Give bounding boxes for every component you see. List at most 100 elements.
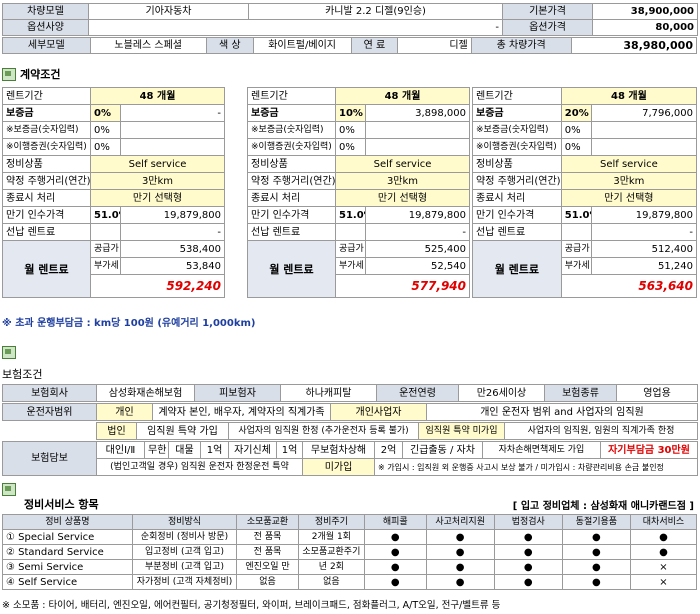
service-row-method: 입고정비 (고객 입고)	[131, 544, 238, 560]
mileage-label: 약정 주행거리(연간)	[247, 172, 336, 190]
prepay-value: -	[365, 223, 470, 241]
contract-option-3: 렌트기간 48 개월 보증금 20% 7,796,000 ※보증금(숫자입력) 0% ※…	[472, 87, 698, 298]
deposit-sub-value[interactable]: 0%	[560, 121, 593, 139]
service-mark: ●	[561, 559, 631, 575]
service-mark: ●	[363, 559, 427, 575]
deposit-sub-label: ※보증금(숫자입력)	[2, 121, 91, 139]
total-price-label: 총 차량가격	[470, 37, 572, 54]
service-row-number: ②	[6, 546, 15, 558]
residual-pct: 51.0%	[560, 206, 593, 224]
end-value: 만기 선택형	[90, 189, 225, 207]
coverage-label: 보험담보	[2, 441, 97, 476]
service-header-8: 대차서비스	[629, 514, 698, 530]
residual-amount: 19,879,800	[120, 206, 225, 224]
service-row-cycle: 2개월 1회	[297, 529, 365, 545]
deposit-pct[interactable]: 0%	[90, 104, 121, 122]
service-header-2: 소모품교환	[236, 514, 299, 530]
section-icon	[2, 483, 16, 496]
deposit-amount: 7,796,000	[591, 104, 697, 122]
monthly-rent-total: 577,940	[335, 274, 470, 298]
deposit-sub-value[interactable]: 0%	[90, 121, 121, 139]
service-row-cycle: 소모품교환주기	[297, 544, 365, 560]
service-row-parts: 엔진오일 만	[236, 559, 299, 575]
residual-label: 만기 인수가격	[2, 206, 91, 224]
service-row: ④ Self Service 자가정비 (고객 자체정비) 없음 없음 ● ● ● ● ×	[2, 574, 698, 590]
service-mark: ●	[425, 574, 495, 590]
service-mark: ×	[629, 574, 698, 590]
deposit-sub-label: ※보증금(숫자입력)	[247, 121, 336, 139]
trim-label: 세부모델	[2, 37, 91, 54]
service-footnote: ※ 소모품 : 타이어, 배터리, 엔진오일, 에어컨필터, 공기청정필터, 와…	[2, 600, 501, 611]
end-value: 만기 선택형	[335, 189, 470, 207]
service-row-method: 부분정비 (고객 입고)	[131, 559, 238, 575]
service-mark: ●	[629, 529, 698, 545]
residual-label: 만기 인수가격	[247, 206, 336, 224]
driver-individual: 개인	[96, 403, 153, 421]
vehicle-trim-table: 세부모델 노블레스 스페셜 색 상 화이트펄/베이지 연 료 디젤 총 차량가격…	[2, 37, 698, 54]
transfer-sub-value[interactable]: 0%	[335, 138, 366, 156]
vehicle-table: 차량모델 기아자동차 카니발 2.2 디젤(9인승) 기본가격 38,900,0…	[2, 3, 699, 36]
cov-corp-note: ※ 가입시 : 임직원 외 운행중 사고시 보상 불가 / 미가입시 : 차량관…	[374, 458, 698, 476]
cov-self-body-limit: 1억	[276, 441, 303, 459]
service-label: 정비상품	[247, 155, 336, 173]
service-value: Self service	[90, 155, 225, 173]
insured-value: 하나캐피탈	[280, 384, 377, 402]
service-value: Self service	[335, 155, 470, 173]
section-icon	[2, 67, 16, 81]
option-price-label: 옵션가격	[502, 19, 594, 36]
deposit-sub-value[interactable]: 0%	[335, 121, 366, 139]
service-row-number: ④	[6, 576, 15, 588]
residual-pct: 51.0%	[90, 206, 121, 224]
model-label: 차량모델	[2, 3, 89, 20]
service-mark: ●	[493, 544, 563, 560]
service-row-method: 순회정비 (정비사 방문)	[131, 529, 238, 545]
driver-corp-no-special: 임직원 특약 미가입	[418, 422, 505, 440]
contract-option-2: 렌트기간 48 개월 보증금 10% 3,898,000 ※보증금(숫자입력) 0% ※…	[247, 87, 470, 298]
deposit-pct[interactable]: 20%	[560, 104, 593, 122]
deposit-label: 보증금	[2, 104, 91, 122]
residual-amount: 19,879,800	[591, 206, 697, 224]
service-mark: ●	[561, 544, 631, 560]
cov-property-limit: 1억	[200, 441, 229, 459]
driver-individual-scope: 계약자 본인, 배우자, 계약자의 직계가족	[152, 403, 331, 421]
service-label: 정비상품	[472, 155, 562, 173]
service-row-name: Semi Service	[18, 561, 84, 573]
service-mark: ●	[425, 559, 495, 575]
color-label: 색 상	[205, 37, 254, 54]
service-row-parts: 전 품목	[236, 529, 299, 545]
driver-corp-special: 임직원 특약 가입	[136, 422, 229, 440]
excess-mileage-note: ※ 초과 운행부담금 : km당 100원 (유예거리 1,000km)	[2, 318, 256, 329]
mileage-label: 약정 주행거리(연간)	[472, 172, 562, 190]
transfer-sub-value[interactable]: 0%	[90, 138, 121, 156]
option-value: -	[87, 19, 504, 36]
vat-label: 부가세	[335, 257, 366, 275]
company-value: 삼성화재손해보험	[96, 384, 195, 402]
mileage-value: 3만km	[335, 172, 470, 190]
mileage-value: 3만km	[90, 172, 225, 190]
service-icon-row	[2, 483, 16, 496]
maker-value: 기아자동차	[88, 3, 249, 20]
supply-label: 공급가	[90, 240, 121, 258]
service-row-name: Standard Service	[18, 546, 104, 558]
contract-option-1: 렌트기간 48 개월 보증금 0% - ※보증금(숫자입력) 0% ※이행증권(숫자입력…	[2, 87, 225, 298]
option-label: 옵션사양	[2, 19, 89, 36]
service-label: 정비상품	[2, 155, 91, 173]
prepay-value: -	[120, 223, 225, 241]
cov-corp-special-value: 미가입	[302, 458, 375, 476]
cov-property: 대물	[168, 441, 201, 459]
vat-value: 51,240	[591, 257, 697, 275]
deposit-pct[interactable]: 10%	[335, 104, 366, 122]
service-row-method: 자가정비 (고객 자체정비)	[131, 574, 238, 590]
driver-corp-scope: 사업자의 임직원 한정 (추가운전자 등록 불가)	[228, 422, 419, 440]
residual-label: 만기 인수가격	[472, 206, 562, 224]
transfer-sub-value[interactable]: 0%	[560, 138, 593, 156]
company-label: 보험회사	[2, 384, 97, 402]
period-value: 48 개월	[560, 87, 698, 105]
service-row-number: ①	[6, 531, 15, 543]
monthly-rent-label: 월 렌트료	[472, 240, 562, 298]
supply-label: 공급가	[335, 240, 366, 258]
service-row-cycle: 없음	[297, 574, 365, 590]
service-mark: ●	[493, 559, 563, 575]
transfer-sub-label: ※이행증권(숫자입력)	[472, 138, 562, 156]
end-label: 종료시 처리	[472, 189, 562, 207]
